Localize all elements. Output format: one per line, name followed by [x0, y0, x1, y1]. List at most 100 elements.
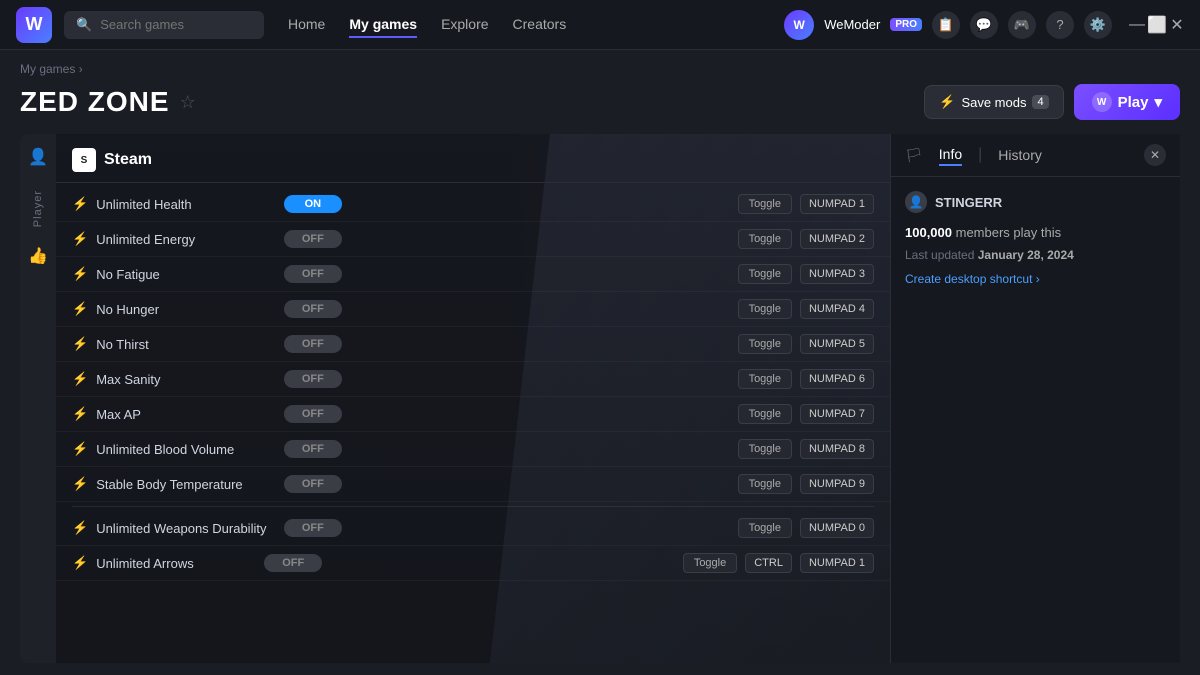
toggle-switch[interactable]: OFF [284, 440, 342, 458]
tab-history[interactable]: History [998, 145, 1042, 165]
mod-row: ⚡Unlimited Weapons DurabilityOFFToggleNU… [56, 511, 890, 546]
toggle-switch[interactable]: OFF [284, 300, 342, 318]
search-input[interactable] [100, 17, 240, 32]
bolt-icon: ⚡ [72, 371, 88, 387]
toggle-button[interactable]: Toggle [738, 369, 792, 389]
toggle-switch[interactable]: OFF [284, 335, 342, 353]
key-badge: NUMPAD 6 [800, 369, 874, 389]
members-count: 100,000 [905, 225, 952, 240]
key-badge: NUMPAD 0 [800, 518, 874, 538]
last-updated: Last updated January 28, 2024 [905, 248, 1166, 262]
play-button[interactable]: W Play ▾ [1074, 84, 1180, 120]
mod-name: No Thirst [96, 337, 276, 352]
play-label: Play [1118, 94, 1149, 111]
play-dropdown-icon[interactable]: ▾ [1154, 93, 1162, 111]
mod-name: Max Sanity [96, 372, 276, 387]
toggle-button[interactable]: Toggle [738, 194, 792, 214]
nav-icon-chat[interactable]: 💬 [970, 11, 998, 39]
author-icon: 👤 [905, 191, 927, 213]
breadcrumb-parent[interactable]: My games [20, 62, 75, 76]
window-controls: — ⬜ ✕ [1130, 18, 1184, 32]
key-badge: NUMPAD 3 [800, 264, 874, 284]
bolt-icon: ⚡ [72, 555, 88, 571]
nav-my-games[interactable]: My games [349, 12, 417, 38]
tab-info[interactable]: Info [939, 144, 962, 166]
mod-row: ⚡Unlimited Blood VolumeOFFToggleNUMPAD 8 [56, 432, 890, 467]
bolt-icon: ⚡ [72, 441, 88, 457]
nav-explore[interactable]: Explore [441, 12, 488, 38]
mod-row: ⚡No HungerOFFToggleNUMPAD 4 [56, 292, 890, 327]
key-badge: NUMPAD 7 [800, 404, 874, 424]
game-title: ZED ZONE [20, 86, 170, 118]
pro-badge: PRO [890, 18, 922, 31]
toggle-switch[interactable]: OFF [284, 265, 342, 283]
toggle-button[interactable]: Toggle [738, 474, 792, 494]
app-logo[interactable]: W [16, 7, 52, 43]
mod-name: Unlimited Arrows [96, 556, 256, 571]
bolt-icon: ⚡ [72, 336, 88, 352]
bolt-icon: ⚡ [72, 520, 88, 536]
shortcut-arrow: › [1036, 272, 1040, 286]
toggle-switch[interactable]: ON [284, 195, 342, 213]
nav-icon-clipboard[interactable]: 📋 [932, 11, 960, 39]
mod-name: Unlimited Energy [96, 232, 276, 247]
key-badge: NUMPAD 9 [800, 474, 874, 494]
toggle-button[interactable]: Toggle [738, 334, 792, 354]
sidebar-like-icon[interactable]: 👍 [25, 243, 51, 269]
toggle-switch[interactable]: OFF [264, 554, 322, 572]
toggle-switch[interactable]: OFF [284, 230, 342, 248]
breadcrumb-separator: › [79, 62, 83, 76]
key-badge: NUMPAD 2 [800, 229, 874, 249]
shortcut-label: Create desktop shortcut [905, 272, 1032, 286]
mod-row: ⚡No FatigueOFFToggleNUMPAD 3 [56, 257, 890, 292]
toggle-button[interactable]: Toggle [738, 518, 792, 538]
sidebar: 👤 Player 👍 [20, 134, 56, 663]
nav-home[interactable]: Home [288, 12, 325, 38]
game-panel: S Steam ⚡Unlimited HealthONToggleNUMPAD … [56, 134, 890, 663]
author-name: STINGERR [935, 195, 1002, 210]
key-badge-2: NUMPAD 1 [800, 553, 874, 573]
close-info-button[interactable]: ✕ [1144, 144, 1166, 166]
bolt-icon: ⚡ [72, 301, 88, 317]
mod-row: ⚡ Max AP OFF Toggle NUMPAD 7 [56, 397, 890, 432]
toggle-switch[interactable]: OFF [284, 405, 342, 423]
mod-row: ⚡Stable Body TemperatureOFFToggleNUMPAD … [56, 467, 890, 502]
search-bar[interactable]: 🔍 [64, 11, 264, 39]
sidebar-player-icon[interactable]: 👤 [25, 144, 51, 170]
author-row: 👤 STINGERR [905, 191, 1166, 213]
toggle-button[interactable]: Toggle [738, 404, 792, 424]
toggle-switch[interactable]: OFF [284, 370, 342, 388]
info-panel-tabs: 🏳 Info | History ✕ [891, 134, 1180, 177]
content-body: 👤 Player 👍 S Steam ⚡Unlimited HealthONTo… [20, 134, 1180, 663]
toggle-button[interactable]: Toggle [738, 264, 792, 284]
info-panel: 🏳 Info | History ✕ 👤 STINGERR 100,000 me… [890, 134, 1180, 663]
mod-row: ⚡Unlimited EnergyOFFToggleNUMPAD 2 [56, 222, 890, 257]
favorite-icon[interactable]: ☆ [180, 92, 196, 113]
search-icon: 🔍 [76, 17, 92, 33]
mod-name: Unlimited Blood Volume [96, 442, 276, 457]
minimize-button[interactable]: — [1130, 18, 1144, 32]
toggle-switch[interactable]: OFF [284, 519, 342, 537]
nav-icon-help[interactable]: ? [1046, 11, 1074, 39]
mod-name: Max AP [96, 407, 276, 422]
toggle-button[interactable]: Toggle [738, 299, 792, 319]
key-badge: NUMPAD 5 [800, 334, 874, 354]
username: WeModer [824, 17, 880, 32]
toggle-button[interactable]: Toggle [683, 553, 737, 573]
nav-icon-discord[interactable]: 🎮 [1008, 11, 1036, 39]
desktop-shortcut-link[interactable]: Create desktop shortcut › [905, 272, 1166, 286]
nav-creators[interactable]: Creators [513, 12, 567, 38]
key-badge: NUMPAD 4 [800, 299, 874, 319]
members-text: 100,000 members play this [905, 225, 1166, 240]
bolt-icon: ⚡ [72, 406, 88, 422]
navbar: W 🔍 Home My games Explore Creators W WeM… [0, 0, 1200, 50]
close-button[interactable]: ✕ [1170, 18, 1184, 32]
mod-list: ⚡Unlimited HealthONToggleNUMPAD 1⚡Unlimi… [56, 183, 890, 585]
toggle-button[interactable]: Toggle [738, 229, 792, 249]
toggle-button[interactable]: Toggle [738, 439, 792, 459]
mod-row: ⚡ No Thirst OFF Toggle NUMPAD 5 [56, 327, 890, 362]
nav-icon-settings[interactable]: ⚙️ [1084, 11, 1112, 39]
maximize-button[interactable]: ⬜ [1150, 18, 1164, 32]
toggle-switch[interactable]: OFF [284, 475, 342, 493]
save-mods-button[interactable]: ⚡ Save mods 4 [924, 85, 1063, 119]
